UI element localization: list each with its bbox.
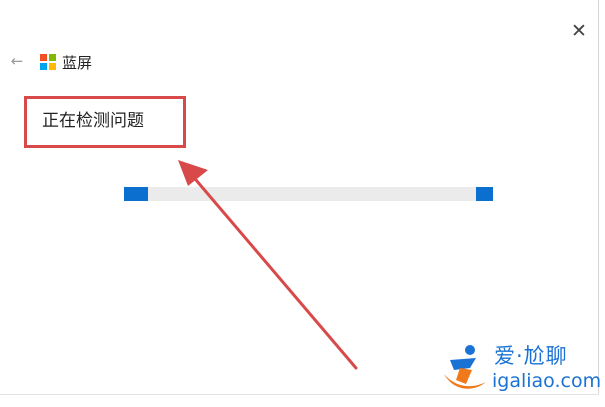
progress-bar bbox=[124, 187, 493, 201]
logo-quadrant-blue bbox=[40, 63, 47, 70]
watermark: 爱·尬聊 igaliao.com bbox=[440, 338, 602, 396]
annotation-highlight-box bbox=[24, 96, 186, 148]
watermark-logo-icon bbox=[444, 345, 486, 389]
window-border-right bbox=[598, 0, 599, 394]
logo-quadrant-yellow bbox=[49, 63, 56, 70]
windows-logo-icon bbox=[40, 54, 56, 70]
progress-segment-left bbox=[124, 187, 148, 201]
watermark-text-url: igaliao.com bbox=[492, 370, 602, 392]
logo-quadrant-red bbox=[40, 54, 47, 61]
logo-quadrant-green bbox=[49, 54, 56, 61]
app-title: 蓝屏 bbox=[62, 54, 93, 72]
close-icon[interactable]: ✕ bbox=[568, 20, 590, 42]
progress-segment-right bbox=[476, 187, 493, 201]
troubleshooter-window: ✕ ← 蓝屏 正在检测问题 bbox=[0, 0, 598, 394]
back-arrow-icon[interactable]: ← bbox=[8, 52, 26, 70]
watermark-text-title: 爱·尬聊 bbox=[494, 344, 568, 368]
